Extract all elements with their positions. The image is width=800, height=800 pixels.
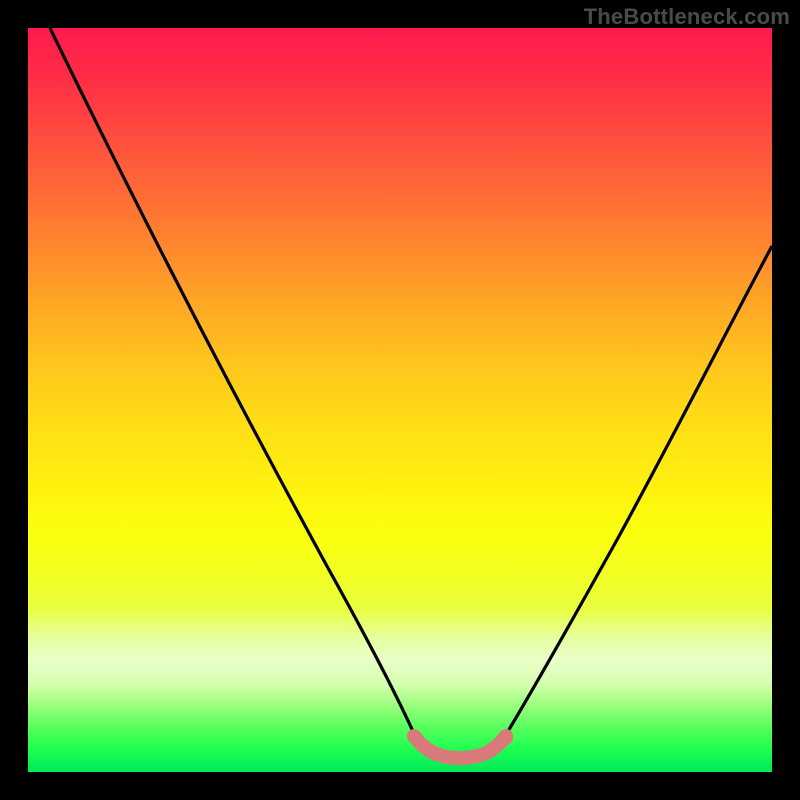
watermark-text: TheBottleneck.com xyxy=(584,4,790,30)
curve-right-branch xyxy=(504,246,772,738)
bottleneck-curve xyxy=(28,28,772,772)
chart-frame: TheBottleneck.com xyxy=(0,0,800,800)
curve-left-branch xyxy=(50,28,416,738)
